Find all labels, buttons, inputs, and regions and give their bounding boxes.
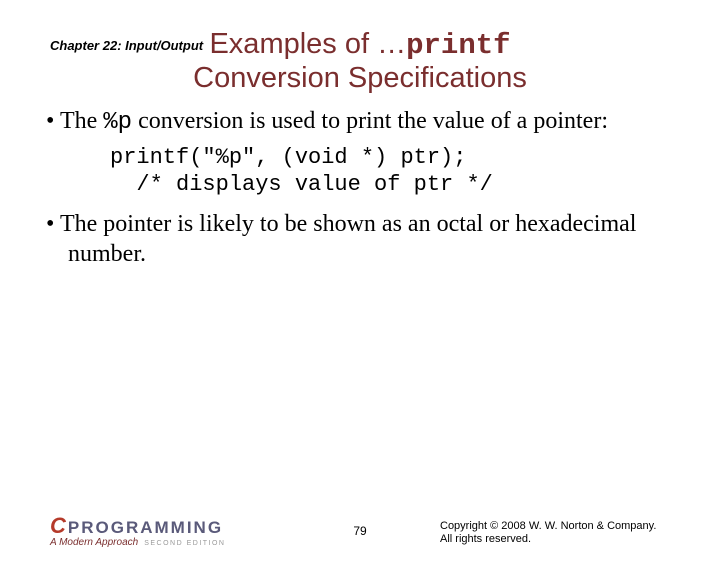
bullet-item: The pointer is likely to be shown as an …	[40, 209, 680, 269]
chapter-header: Chapter 22: Input/Output	[50, 38, 203, 53]
copyright-line: All rights reserved.	[440, 533, 531, 545]
copyright: Copyright © 2008 W. W. Norton & Company.…	[440, 520, 660, 546]
title-pre: Examples of	[209, 28, 377, 60]
bullet-text-pre: The	[60, 108, 103, 134]
code-block: printf("%p", (void *) ptr); /* displays …	[110, 144, 680, 199]
bullet-inline-code: %p	[103, 109, 132, 136]
title-ellipsis: …	[377, 28, 406, 60]
content-area: The %p conversion is used to print the v…	[40, 106, 680, 269]
title-code: printf	[406, 29, 510, 62]
bullet-text-post: conversion is used to print the value of…	[132, 108, 608, 134]
logo-edition: SECOND EDITION	[144, 540, 225, 547]
bullet-item: The %p conversion is used to print the v…	[40, 106, 680, 138]
footer: CPROGRAMMING A Modern ApproachSECOND EDI…	[0, 508, 720, 548]
copyright-line: Copyright © 2008 W. W. Norton & Company.	[440, 520, 656, 532]
code-line: printf("%p", (void *) ptr);	[110, 145, 466, 170]
title-line2: Conversion Specifications	[193, 62, 527, 94]
logo-subtitle: A Modern Approach	[50, 537, 138, 548]
code-line: /* displays value of ptr */	[110, 172, 493, 197]
bullet-text: The pointer is likely to be shown as an …	[60, 211, 637, 267]
